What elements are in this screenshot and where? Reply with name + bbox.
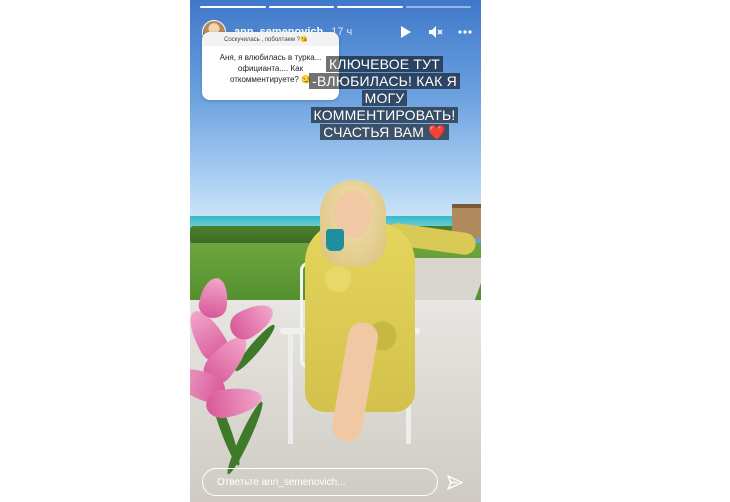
play-icon[interactable]: [397, 24, 413, 40]
send-icon[interactable]: [446, 474, 464, 492]
reply-input[interactable]: Ответьте ann_semenovich...: [202, 468, 438, 496]
progress-segment: [337, 6, 403, 8]
story-viewer[interactable]: ann_semenovich 17 ч Соскучилась , поболт…: [190, 0, 481, 502]
story-progress-bar: [200, 6, 471, 8]
mug: [326, 229, 344, 251]
progress-segment: [200, 6, 266, 8]
caption-line: КОММЕНТИРОВАТЬ!: [310, 107, 459, 123]
question-prompt: Соскучилась , поболтаем ?😘: [202, 32, 339, 46]
caption-line: -ВЛЮБИЛАСЬ! КАК Я: [309, 73, 460, 89]
progress-segment: [268, 6, 334, 8]
mute-icon[interactable]: [427, 24, 443, 40]
caption-line: КЛЮЧЕВОЕ ТУТ: [325, 56, 444, 72]
reply-placeholder: Ответьте ann_semenovich...: [217, 476, 346, 488]
caption-line: МОГУ: [361, 90, 408, 106]
more-icon[interactable]: [457, 24, 473, 40]
overlay-caption: КЛЮЧЕВОЕ ТУТ -ВЛЮБИЛАСЬ! КАК Я МОГУ КОММ…: [302, 56, 467, 141]
caption-line: СЧАСТЬЯ ВАМ ❤️: [320, 124, 449, 140]
progress-segment: [405, 6, 471, 8]
